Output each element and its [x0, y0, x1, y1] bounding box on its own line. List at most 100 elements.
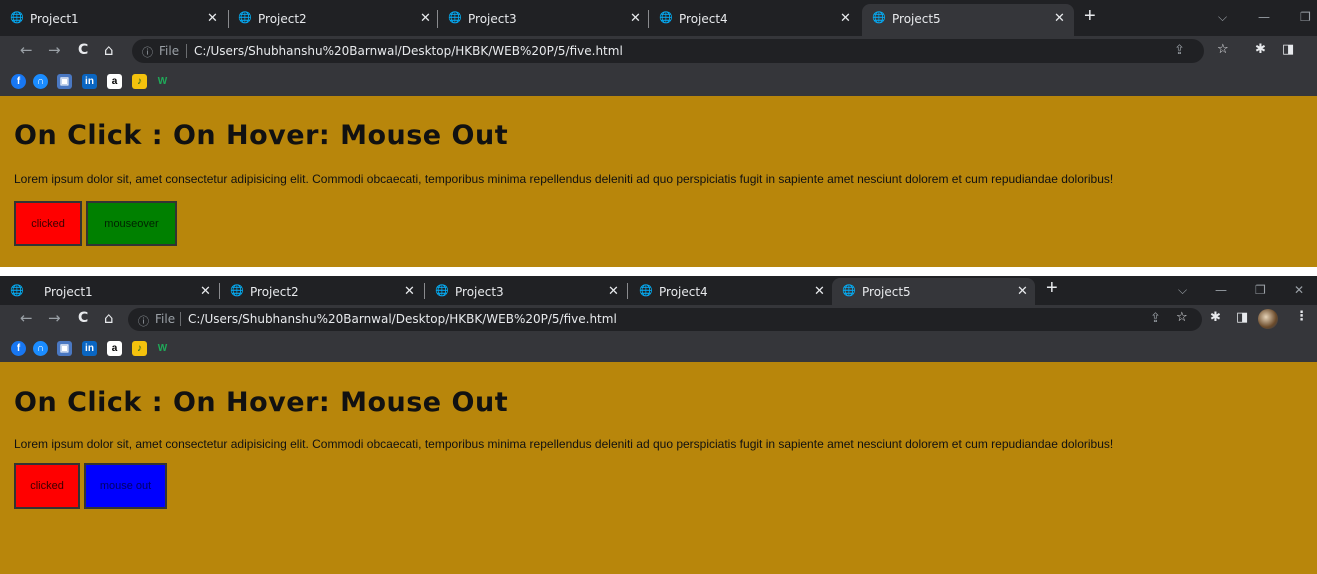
tab-label: Project2 — [250, 285, 299, 299]
reload-icon[interactable]: C — [78, 310, 88, 326]
amazon-icon[interactable]: a — [107, 341, 122, 356]
music-app-icon[interactable]: ♪ — [132, 74, 147, 89]
extensions-icon[interactable]: ✱ — [1210, 310, 1221, 325]
url-text[interactable]: C:/Users/Shubhanshu%20Barnwal/Desktop/HK… — [188, 312, 617, 326]
new-tab-icon[interactable]: + — [1046, 277, 1058, 300]
forward-icon[interactable]: → — [48, 41, 61, 59]
photo-app-icon[interactable]: ▣ — [57, 74, 72, 89]
minimize-icon[interactable]: — — [1215, 283, 1227, 297]
mouse-out-button[interactable]: mouse out — [84, 463, 167, 509]
tab-project5[interactable]: 🌐 Project5 ✕ — [832, 278, 1035, 305]
close-icon[interactable]: ✕ — [207, 11, 218, 26]
mouseover-button[interactable]: mouseover — [86, 201, 177, 246]
tab-project1[interactable]: 🌐 Project1 ✕ — [0, 0, 230, 36]
chevron-down-icon[interactable]: ⌵ — [1218, 10, 1227, 25]
tab-project4[interactable]: 🌐 Project4 ✕ — [641, 0, 863, 36]
bookmarks-bar: f ∩ ▣ in a ♪ W — [0, 334, 1317, 362]
close-icon[interactable]: ✕ — [840, 11, 851, 26]
tab-label: Project3 — [468, 12, 517, 26]
globe-icon: 🌐 — [842, 284, 856, 297]
music-app-icon[interactable]: ♪ — [132, 341, 147, 356]
address-bar[interactable]: ⓘ File C:/Users/Shubhanshu%20Barnwal/Des… — [132, 39, 1204, 63]
page-content: On Click : On Hover: Mouse Out Lorem ips… — [0, 362, 1317, 574]
address-bar[interactable]: ⓘ File C:/Users/Shubhanshu%20Barnwal/Des… — [128, 308, 1202, 331]
tab-project2[interactable]: 🌐 Project2 ✕ — [220, 276, 425, 305]
close-icon[interactable]: ✕ — [630, 11, 641, 26]
linkedin-icon[interactable]: in — [82, 74, 97, 89]
scheme-label: File — [159, 44, 180, 58]
globe-icon: 🌐 — [230, 284, 244, 297]
info-icon[interactable]: ⓘ — [138, 313, 149, 329]
url-text[interactable]: C:/Users/Shubhanshu%20Barnwal/Desktop/HK… — [194, 44, 623, 58]
photo-app-icon[interactable]: ▣ — [57, 341, 72, 356]
tab-project3[interactable]: 🌐 Project3 ✕ — [425, 276, 630, 305]
new-tab-icon[interactable]: + — [1084, 5, 1096, 28]
globe-icon: 🌐 — [10, 284, 24, 297]
page-heading: On Click : On Hover: Mouse Out — [14, 387, 509, 418]
facebook-icon[interactable]: f — [11, 341, 26, 356]
page-paragraph: Lorem ipsum dolor sit, amet consectetur … — [14, 172, 1114, 186]
tab-project3[interactable]: 🌐 Project3 ✕ — [430, 0, 652, 36]
globe-icon: 🌐 — [659, 11, 673, 24]
navigation-bar: ← → C ⌂ ⓘ File C:/Users/Shubhanshu%20Bar… — [0, 36, 1317, 66]
clicked-button[interactable]: clicked — [14, 201, 82, 246]
address-separator — [180, 312, 181, 326]
headphones-icon[interactable]: ∩ — [33, 74, 48, 89]
w-app-icon[interactable]: W — [155, 74, 170, 89]
profile-avatar[interactable] — [1258, 309, 1278, 329]
info-icon[interactable]: ⓘ — [142, 44, 153, 60]
close-icon[interactable]: ✕ — [1054, 11, 1065, 26]
home-icon[interactable]: ⌂ — [104, 41, 114, 59]
share-icon[interactable]: ⇪ — [1174, 43, 1185, 58]
globe-icon: 🌐 — [872, 11, 886, 24]
tab-project2[interactable]: 🌐 Project2 ✕ — [220, 0, 442, 36]
back-icon[interactable]: ← — [20, 41, 33, 59]
side-panel-icon[interactable]: ◨ — [1236, 310, 1248, 325]
home-icon[interactable]: ⌂ — [104, 309, 114, 327]
globe-icon: 🌐 — [435, 284, 449, 297]
w-app-icon[interactable]: W — [155, 341, 170, 356]
address-separator — [186, 44, 187, 58]
reload-icon[interactable]: C — [78, 42, 88, 58]
window-close-icon[interactable]: ✕ — [1294, 283, 1304, 297]
side-panel-icon[interactable]: ◨ — [1282, 42, 1294, 57]
close-icon[interactable]: ✕ — [1017, 284, 1028, 299]
tab-project1[interactable]: 🌐 Project1 ✕ — [0, 276, 222, 305]
close-icon[interactable]: ✕ — [404, 284, 415, 299]
clicked-button[interactable]: clicked — [14, 463, 80, 509]
page-paragraph: Lorem ipsum dolor sit, amet consectetur … — [14, 437, 1114, 451]
star-icon[interactable]: ☆ — [1176, 310, 1188, 325]
star-icon[interactable]: ☆ — [1217, 42, 1229, 57]
maximize-icon[interactable]: ❐ — [1255, 283, 1266, 297]
tab-label: Project4 — [679, 12, 728, 26]
navigation-bar: ← → C ⌂ ⓘ File C:/Users/Shubhanshu%20Bar… — [0, 305, 1317, 334]
scheme-label: File — [155, 312, 176, 326]
tab-label: Project2 — [258, 12, 307, 26]
minimize-icon[interactable]: — — [1258, 10, 1270, 24]
tab-label: Project1 — [30, 12, 79, 26]
close-icon[interactable]: ✕ — [814, 284, 825, 299]
extensions-icon[interactable]: ✱ — [1255, 42, 1266, 57]
share-icon[interactable]: ⇪ — [1150, 311, 1161, 326]
tab-label: Project1 — [44, 285, 93, 299]
page-content: On Click : On Hover: Mouse Out Lorem ips… — [0, 96, 1317, 267]
close-icon[interactable]: ✕ — [200, 284, 211, 299]
tab-strip: 🌐 Project1 ✕ 🌐 Project2 ✕ 🌐 Project3 ✕ 🌐… — [0, 0, 1317, 36]
facebook-icon[interactable]: f — [11, 74, 26, 89]
headphones-icon[interactable]: ∩ — [33, 341, 48, 356]
menu-icon[interactable]: ⋮ — [1295, 309, 1308, 324]
back-icon[interactable]: ← — [20, 309, 33, 327]
screenshot-divider — [0, 267, 1317, 276]
linkedin-icon[interactable]: in — [82, 341, 97, 356]
chevron-down-icon[interactable]: ⌵ — [1178, 283, 1187, 298]
tab-project4[interactable]: 🌐 Project4 ✕ — [629, 276, 832, 305]
maximize-icon[interactable]: ❐ — [1300, 10, 1311, 24]
forward-icon[interactable]: → — [48, 309, 61, 327]
globe-icon: 🌐 — [10, 11, 24, 24]
amazon-icon[interactable]: a — [107, 74, 122, 89]
close-icon[interactable]: ✕ — [608, 284, 619, 299]
tab-label: Project5 — [892, 12, 941, 26]
tab-project5[interactable]: 🌐 Project5 ✕ — [862, 4, 1074, 36]
tab-separator — [627, 283, 628, 299]
bookmarks-bar: f ∩ ▣ in a ♪ W — [0, 66, 1317, 96]
